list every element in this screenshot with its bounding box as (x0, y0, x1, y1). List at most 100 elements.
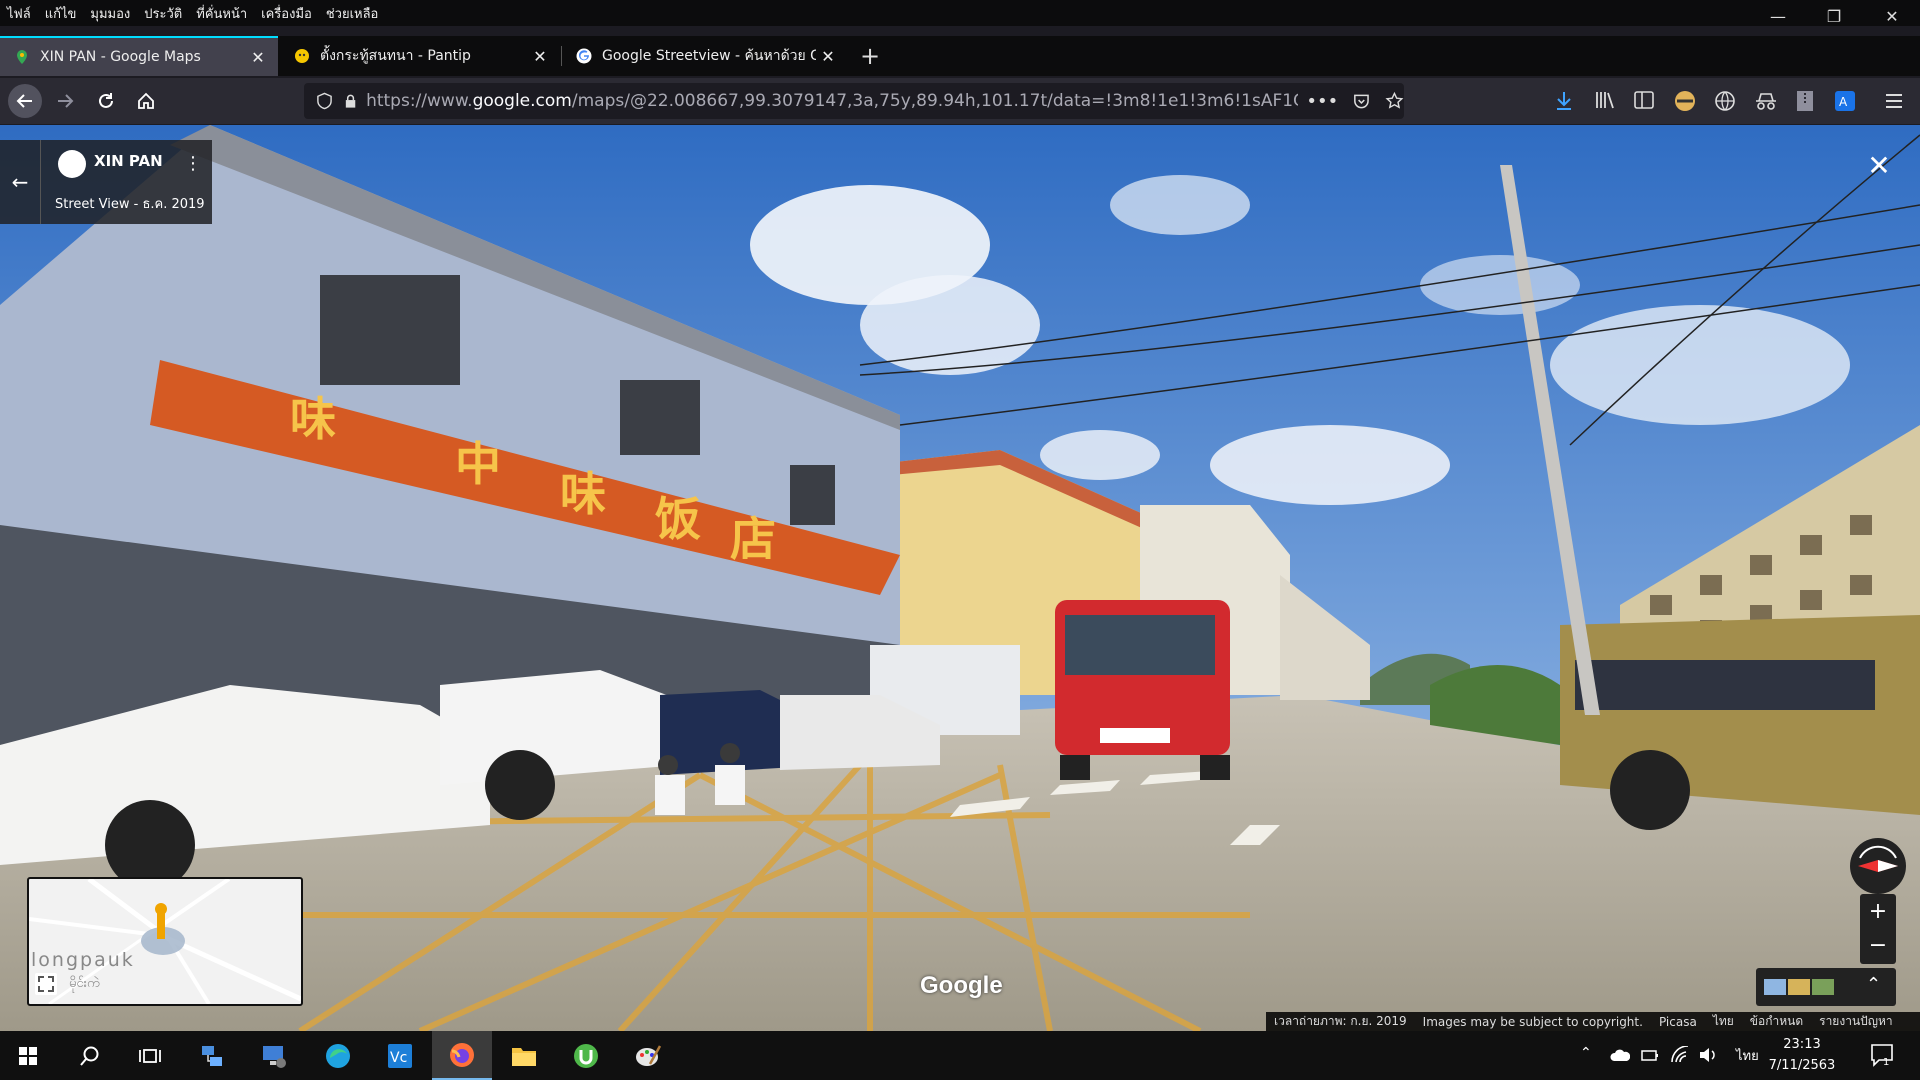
paint-icon (636, 1044, 662, 1066)
new-tab-button[interactable]: + (852, 36, 888, 76)
tab-google-streetview[interactable]: Google Streetview - ค้นหาด้วย G ✕ (562, 36, 848, 76)
extension-avatar-icon[interactable] (1674, 90, 1696, 112)
close-window-button[interactable]: ✕ (1864, 0, 1920, 32)
menu-edit[interactable]: แก้ไข (38, 3, 84, 24)
edge-icon (326, 1043, 350, 1068)
chevron-up-icon[interactable]: ⌃ (1866, 974, 1881, 995)
pantip-icon (295, 49, 309, 63)
terms-link[interactable]: ข้อกำหนด (1750, 1012, 1803, 1031)
menu-help[interactable]: ช่วยเหลือ (319, 3, 386, 24)
translate-icon[interactable]: A (1834, 90, 1856, 112)
zoom-out-button[interactable]: − (1860, 928, 1896, 962)
wifi-icon[interactable] (1670, 1046, 1690, 1064)
tab-close-icon[interactable]: ✕ (246, 48, 270, 67)
minimap[interactable]: longpauk မိုင်းကဲ (27, 877, 303, 1006)
extension-archive-icon[interactable] (1796, 90, 1814, 112)
tab-google-maps[interactable]: XIN PAN - Google Maps ✕ (0, 36, 278, 76)
extension-globe-icon[interactable] (1714, 90, 1736, 112)
taskbar-app-vc[interactable]: Vc (376, 1031, 424, 1080)
sidebar-icon[interactable] (1634, 91, 1654, 109)
taskbar-app-firefox[interactable] (432, 1031, 492, 1080)
shop-sign-char: 店 (730, 512, 776, 566)
imagery-thumb[interactable] (1764, 979, 1786, 995)
show-hidden-icons-chevron-icon[interactable]: ⌃ (1580, 1045, 1592, 1061)
more-options-icon[interactable]: ⋮ (184, 152, 202, 176)
volume-icon[interactable] (1698, 1046, 1718, 1064)
compass-control[interactable] (1850, 838, 1906, 894)
vc-app-icon: Vc (388, 1043, 412, 1068)
close-street-view-button[interactable]: ✕ (1864, 151, 1894, 181)
imagery-thumbnails[interactable]: ⌃ (1756, 968, 1896, 1006)
tab-close-icon[interactable]: ✕ (528, 47, 552, 66)
bookmark-star-icon[interactable] (1385, 91, 1404, 111)
imagery-thumb[interactable] (1812, 979, 1834, 995)
menu-bookmarks[interactable]: ที่คั่นหน้า (189, 3, 254, 24)
shop-sign-char: 味 (290, 392, 336, 446)
taskbar-app-network[interactable] (188, 1031, 236, 1080)
url-domain: google.com (472, 91, 572, 111)
home-button[interactable] (129, 84, 163, 118)
search-icon (80, 1046, 99, 1066)
downloads-icon[interactable] (1554, 90, 1574, 112)
menu-file[interactable]: ไฟล์ (0, 3, 38, 24)
google-maps-pin-icon (17, 50, 27, 64)
computer-app-icon (263, 1045, 286, 1068)
tab-close-icon[interactable]: ✕ (816, 47, 840, 66)
reload-button[interactable] (89, 84, 123, 118)
menu-view[interactable]: มุมมอง (83, 3, 137, 24)
search-button[interactable] (66, 1031, 114, 1080)
clock-date: 7/11/2563 (1768, 1058, 1836, 1073)
compass-icon (1858, 845, 1898, 872)
address-bar[interactable]: https://www.google.com/maps/@22.008667,9… (304, 83, 1404, 119)
notification-count: 1 (1883, 1057, 1889, 1067)
language-link[interactable]: ไทย (1713, 1012, 1734, 1031)
taskbar-app-utorrent[interactable] (562, 1031, 610, 1080)
arrow-left-icon (16, 94, 32, 108)
pocket-icon[interactable] (1352, 91, 1371, 111)
street-view-date[interactable]: Street View - ธ.ค. 2019 (55, 193, 205, 214)
firefox-icon (450, 1042, 474, 1067)
shield-icon[interactable] (316, 92, 333, 110)
clock[interactable]: 23:13 7/11/2563 (1762, 1034, 1842, 1076)
picasa-link[interactable]: Picasa (1659, 1015, 1697, 1029)
zoom-in-button[interactable]: + (1860, 894, 1896, 928)
taskbar-app-explorer[interactable] (500, 1031, 548, 1080)
hamburger-menu-icon[interactable] (1884, 92, 1904, 110)
copyright-notice: Images may be subject to copyright. (1422, 1014, 1643, 1029)
back-to-map-button[interactable]: ← (0, 140, 41, 224)
shop-sign-char: 味 (560, 467, 606, 521)
taskbar-app-computer[interactable] (250, 1031, 298, 1080)
page-actions-icon[interactable]: ••• (1306, 91, 1338, 112)
action-center-icon[interactable]: 1 (1870, 1043, 1894, 1067)
restore-button[interactable]: ❐ (1806, 0, 1862, 32)
lock-icon[interactable] (343, 93, 358, 109)
tab-pantip[interactable]: ตั้งกระทู้สนทนา - Pantip ✕ (280, 36, 560, 76)
url-text[interactable]: https://www.google.com/maps/@22.008667,9… (366, 91, 1298, 111)
expand-map-icon[interactable] (35, 973, 57, 995)
input-language[interactable]: ไทย (1736, 1045, 1759, 1066)
back-button[interactable] (8, 84, 42, 118)
place-name[interactable]: XIN PAN (94, 152, 163, 170)
onedrive-icon[interactable] (1610, 1048, 1630, 1062)
battery-icon[interactable] (1640, 1047, 1660, 1063)
taskbar-app-paint[interactable] (624, 1031, 672, 1080)
url-path: /maps/@22.008667,99.3079147,3a,75y,89.94… (571, 91, 1299, 111)
extension-incognito-icon[interactable] (1754, 92, 1778, 110)
url-prefix: https://www. (366, 91, 473, 111)
capture-date: เวลาถ่ายภาพ: ก.ย. 2019 (1274, 1014, 1407, 1028)
forward-button[interactable] (48, 84, 82, 118)
reload-icon (99, 93, 113, 108)
start-button[interactable] (4, 1031, 52, 1080)
library-icon[interactable] (1594, 90, 1616, 110)
menu-tools[interactable]: เครื่องมือ (254, 3, 319, 24)
task-view-icon (139, 1048, 161, 1063)
folder-icon (512, 1047, 536, 1066)
tab-label: Google Streetview - ค้นหาด้วย G (602, 48, 816, 64)
task-view-button[interactable] (126, 1031, 174, 1080)
imagery-thumb[interactable] (1788, 979, 1810, 995)
taskbar-app-edge[interactable] (314, 1031, 362, 1080)
minimize-button[interactable]: — (1750, 0, 1806, 32)
report-problem-link[interactable]: รายงานปัญหา (1819, 1012, 1893, 1031)
menu-history[interactable]: ประวัติ (137, 3, 189, 24)
svg-text:Vc: Vc (390, 1050, 407, 1066)
